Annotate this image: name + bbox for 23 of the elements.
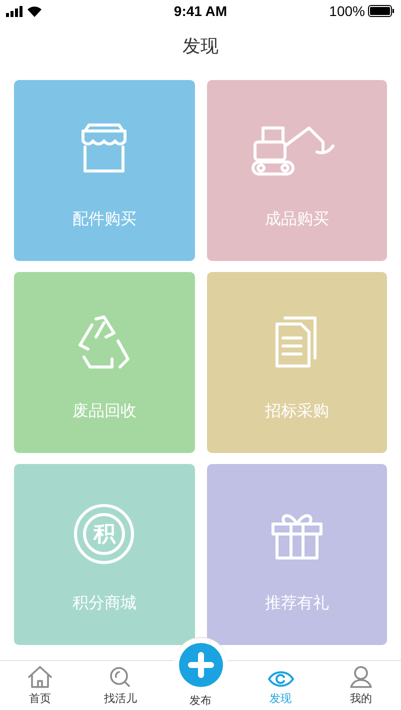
category-card[interactable]: 成品购买 bbox=[206, 80, 387, 261]
eye-icon bbox=[266, 668, 295, 688]
category-card[interactable]: 推荐有礼 bbox=[206, 464, 387, 645]
page-title: 发现 bbox=[182, 34, 218, 58]
status-time: 9:41 AM bbox=[174, 2, 228, 20]
tab-item[interactable]: 找活儿 bbox=[80, 661, 160, 710]
tab-item[interactable]: 首页 bbox=[0, 661, 80, 710]
tab-item[interactable]: 发现 bbox=[240, 661, 321, 710]
home-icon bbox=[27, 664, 54, 688]
category-card[interactable]: 招标采购 bbox=[206, 272, 387, 453]
category-card[interactable]: 废品回收 bbox=[14, 272, 194, 453]
signal-icon bbox=[6, 6, 23, 16]
battery-icon bbox=[368, 5, 395, 17]
search-icon bbox=[108, 664, 132, 688]
plus-icon[interactable] bbox=[178, 642, 222, 686]
coin-icon: 积 bbox=[74, 504, 134, 564]
person-icon bbox=[348, 664, 373, 688]
wifi-icon bbox=[27, 6, 42, 16]
battery-percent: 100% bbox=[329, 2, 365, 20]
publish-tab[interactable]: 发布 bbox=[190, 694, 212, 708]
tab-item[interactable]: 我的 bbox=[320, 661, 401, 710]
category-card[interactable]: 积 积分商城 bbox=[14, 464, 194, 645]
category-card[interactable]: 配件购买 bbox=[14, 80, 194, 261]
